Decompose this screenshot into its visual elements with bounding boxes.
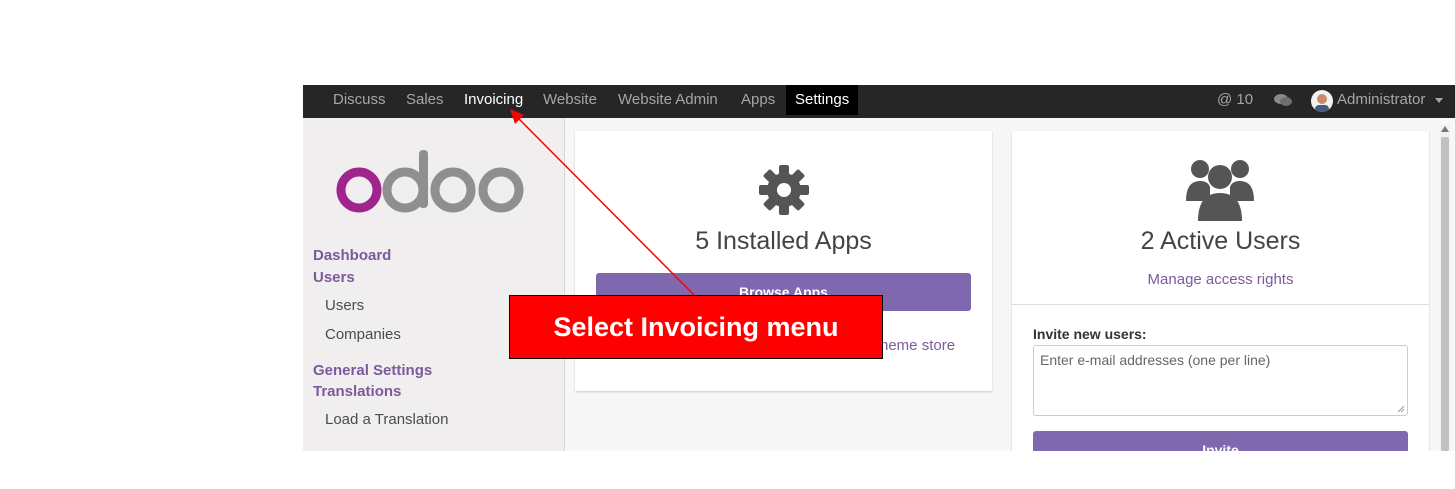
theme-store-link[interactable]: heme store — [880, 337, 955, 354]
sidebar-item-users[interactable]: Users — [325, 297, 364, 314]
avatar[interactable] — [1311, 90, 1333, 112]
sidebar-item-general-settings[interactable]: General Settings — [313, 362, 432, 379]
manage-access-rights-link[interactable]: Manage access rights — [1012, 271, 1429, 288]
nav-apps[interactable]: Apps — [741, 85, 775, 115]
scrollbar-thumb[interactable] — [1441, 137, 1449, 451]
resize-handle-icon[interactable] — [1397, 405, 1405, 413]
nav-sales[interactable]: Sales — [406, 85, 444, 115]
invite-users-label: Invite new users: — [1033, 326, 1147, 342]
settings-sidebar: Dashboard Users Users Companies General … — [303, 118, 565, 451]
active-users-card: 2 Active Users Manage access rights Invi… — [1012, 131, 1429, 451]
invite-button[interactable]: Invite — [1033, 431, 1408, 451]
nav-discuss[interactable]: Discuss — [333, 85, 386, 115]
chevron-down-icon[interactable] — [1435, 98, 1443, 103]
scroll-up-arrow-icon[interactable] — [1441, 126, 1449, 132]
invite-emails-textarea[interactable]: Enter e-mail addresses (one per line) — [1033, 345, 1408, 416]
top-navbar: Discuss Sales Invoicing Website Website … — [303, 85, 1455, 118]
chat-bubbles-icon[interactable] — [1273, 93, 1293, 107]
user-menu-name[interactable]: Administrator — [1337, 85, 1425, 115]
screenshot-stage: Discuss Sales Invoicing Website Website … — [0, 0, 1455, 489]
sidebar-item-users-section[interactable]: Users — [313, 269, 355, 286]
card-divider — [1012, 304, 1429, 305]
nav-invoicing[interactable]: Invoicing — [464, 85, 523, 115]
mentions-counter[interactable]: @ 10 — [1217, 85, 1253, 115]
nav-website[interactable]: Website — [543, 85, 597, 115]
avatar-photo-icon — [1315, 94, 1329, 112]
users-group-icon — [1186, 160, 1254, 221]
gear-icon — [759, 165, 809, 215]
sidebar-item-translations[interactable]: Translations — [313, 383, 401, 400]
odoo-logo — [336, 150, 524, 213]
nav-website-admin[interactable]: Website Admin — [618, 85, 718, 115]
sidebar-item-companies[interactable]: Companies — [325, 326, 401, 343]
odoo-app-window: Discuss Sales Invoicing Website Website … — [303, 85, 1455, 451]
nav-settings[interactable]: Settings — [786, 85, 859, 115]
sidebar-item-dashboard[interactable]: Dashboard — [313, 247, 391, 264]
invite-emails-placeholder: Enter e-mail addresses (one per line) — [1040, 352, 1271, 368]
annotation-callout: Select Invoicing menu — [509, 295, 883, 359]
active-users-count: 2 Active Users — [1140, 227, 1301, 255]
sidebar-item-load-translation[interactable]: Load a Translation — [325, 411, 448, 428]
installed-apps-count: 5 Installed Apps — [695, 227, 872, 255]
